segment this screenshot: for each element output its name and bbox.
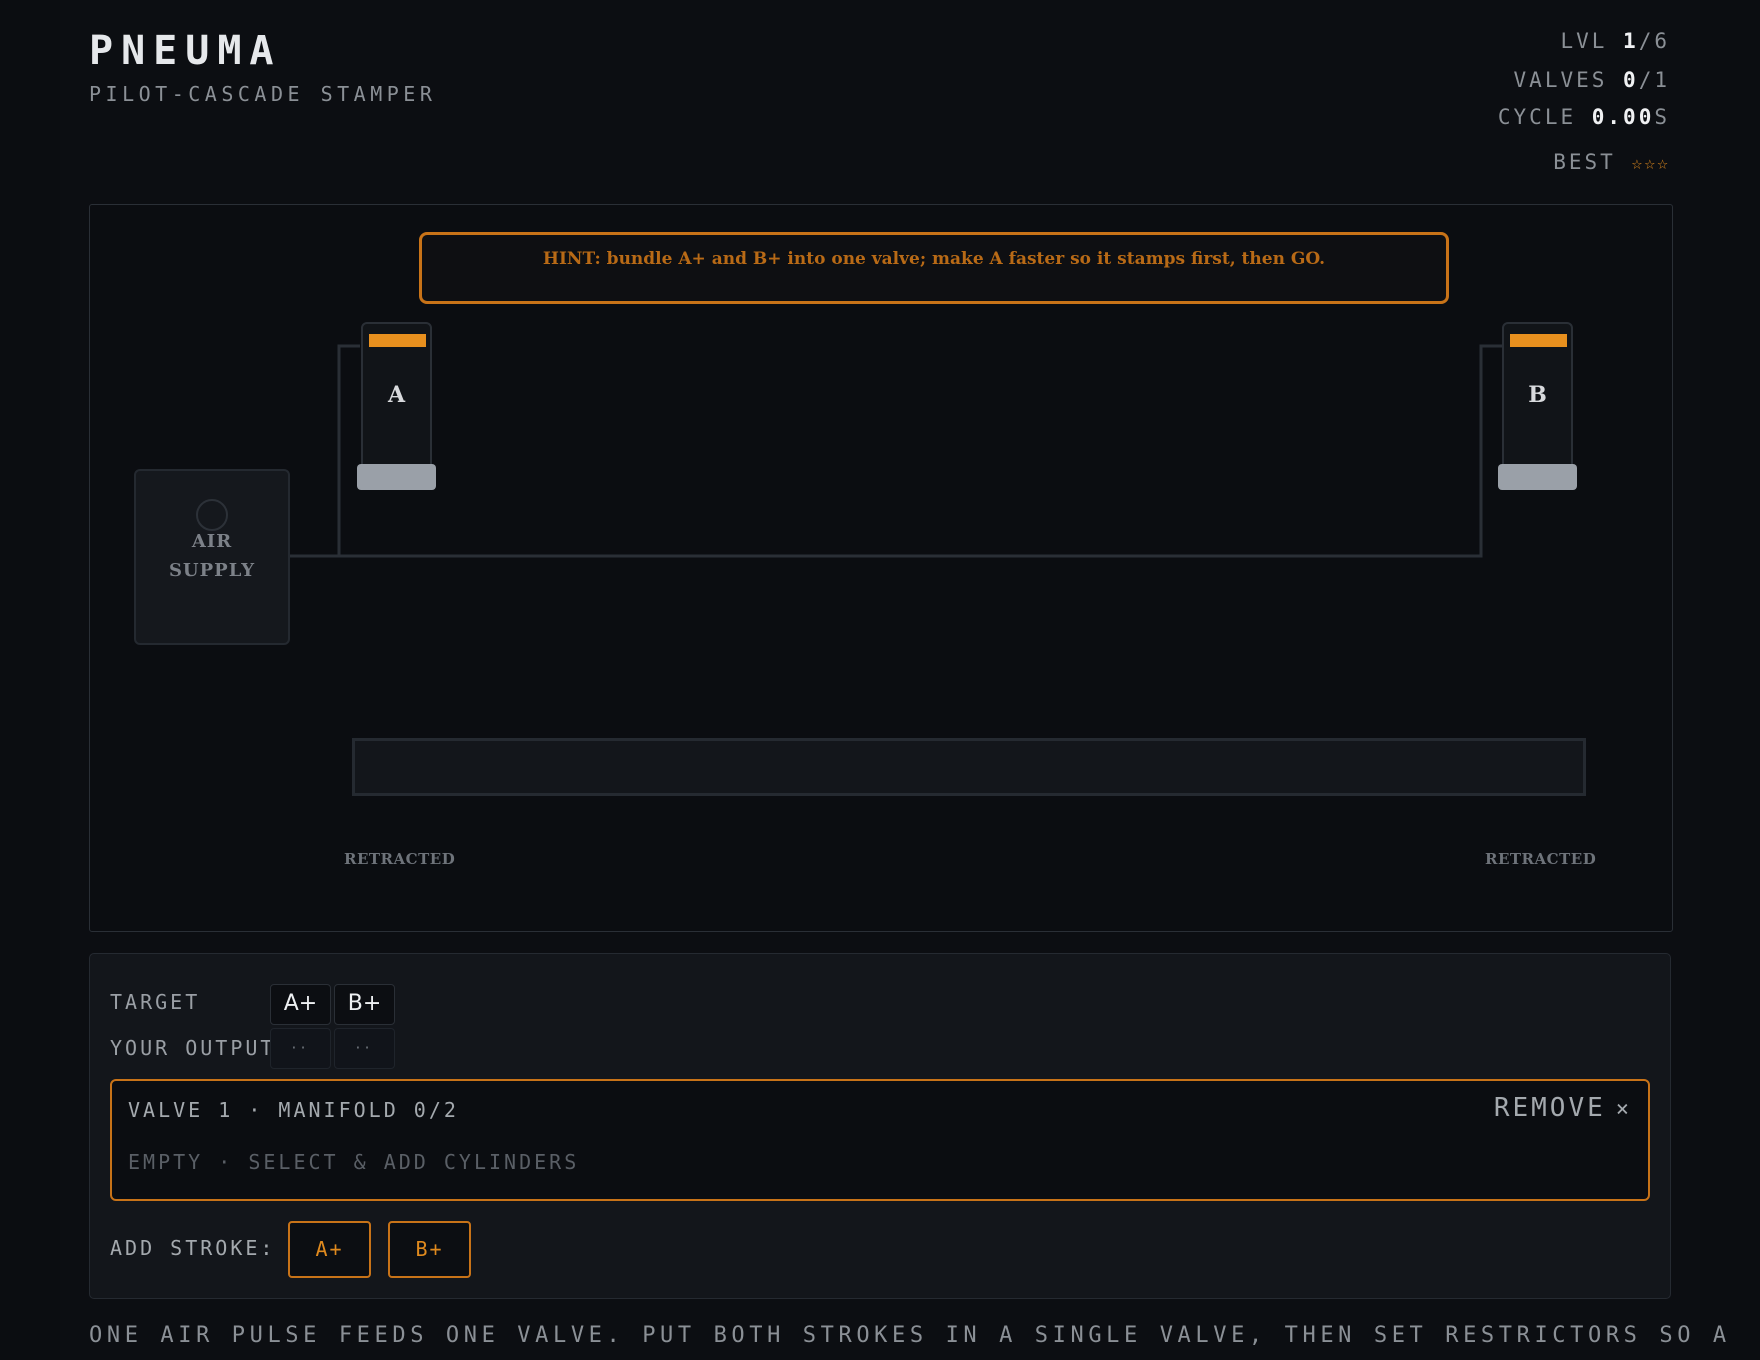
- cycle-stat: CYCLE 0.00S: [1498, 105, 1670, 129]
- level-stat: LVL 1/6: [1560, 29, 1670, 53]
- air-supply-label: AIR SUPPLY: [136, 527, 288, 585]
- valve-card[interactable]: VALVE 1 · MANIFOLD 0/2 EMPTY · SELECT & …: [110, 1079, 1650, 1201]
- cylinder-a-cap: [369, 334, 426, 347]
- piston-b: [1498, 464, 1577, 490]
- best-stat: BEST ☆☆☆: [1553, 150, 1670, 174]
- cycle-unit: S: [1654, 105, 1670, 129]
- circuit-board: HINT: bundle A+ and B+ into one valve; m…: [89, 204, 1673, 932]
- instructions-text: ONE AIR PULSE FEEDS ONE VALVE. PUT BOTH …: [89, 1323, 1731, 1348]
- cylinder-a-label: A: [387, 382, 406, 408]
- air-line-a: [290, 344, 360, 558]
- cylinder-b-cap: [1510, 334, 1567, 347]
- remove-valve-button[interactable]: REMOVE ×: [1494, 1093, 1632, 1123]
- target-step-1: A+: [270, 984, 331, 1025]
- air-supply-line2: SUPPLY: [168, 560, 256, 581]
- piston-a: [357, 464, 436, 490]
- output-label: YOUR OUTPUT: [110, 1036, 276, 1060]
- level-label: LVL: [1560, 29, 1608, 53]
- air-line-b: [339, 344, 1502, 558]
- cycle-label: CYCLE: [1497, 105, 1577, 129]
- valve-empty-text: EMPTY · SELECT & ADD CYLINDERS: [128, 1150, 580, 1174]
- valves-current: 0: [1623, 68, 1639, 92]
- cylinder-b[interactable]: B: [1502, 322, 1573, 470]
- hint-banner: HINT: bundle A+ and B+ into one valve; m…: [419, 232, 1449, 304]
- add-stroke-a-button[interactable]: A+: [288, 1221, 371, 1278]
- valves-total: /1: [1638, 68, 1670, 92]
- air-supply-line1: AIR: [191, 531, 233, 552]
- best-label: BEST: [1553, 150, 1616, 174]
- app-subtitle: PILOT-CASCADE STAMPER: [89, 82, 437, 106]
- output-step-1: ··: [270, 1028, 331, 1069]
- workpiece: [352, 738, 1586, 796]
- target-label: TARGET: [110, 990, 201, 1014]
- add-stroke-label: ADD STROKE:: [110, 1236, 276, 1260]
- remove-label: REMOVE: [1493, 1093, 1606, 1123]
- close-icon: ×: [1615, 1097, 1632, 1122]
- level-current: 1: [1623, 29, 1639, 53]
- cycle-value: 0.00: [1591, 105, 1655, 129]
- air-supply: AIR SUPPLY: [134, 469, 290, 645]
- valves-label: VALVES: [1513, 68, 1608, 92]
- cylinder-a-state: RETRACTED: [344, 850, 456, 868]
- add-stroke-b-button[interactable]: B+: [388, 1221, 471, 1278]
- valves-stat: VALVES 0/1: [1514, 68, 1670, 92]
- app-title: PNEUMA: [89, 28, 282, 74]
- valve-title: VALVE 1 · MANIFOLD 0/2: [128, 1098, 459, 1122]
- output-step-2: ··: [334, 1028, 395, 1069]
- control-panel: TARGET A+ B+ YOUR OUTPUT ·· ·· VALVE 1 ·…: [89, 953, 1671, 1299]
- star-rating-icon: ☆☆☆: [1631, 153, 1670, 174]
- air-lines: [290, 344, 1502, 558]
- target-step-2: B+: [334, 984, 395, 1025]
- cylinder-a[interactable]: A: [361, 322, 432, 470]
- level-total: /6: [1638, 29, 1670, 53]
- cylinder-b-state: RETRACTED: [1485, 850, 1597, 868]
- cylinder-b-label: B: [1528, 382, 1547, 408]
